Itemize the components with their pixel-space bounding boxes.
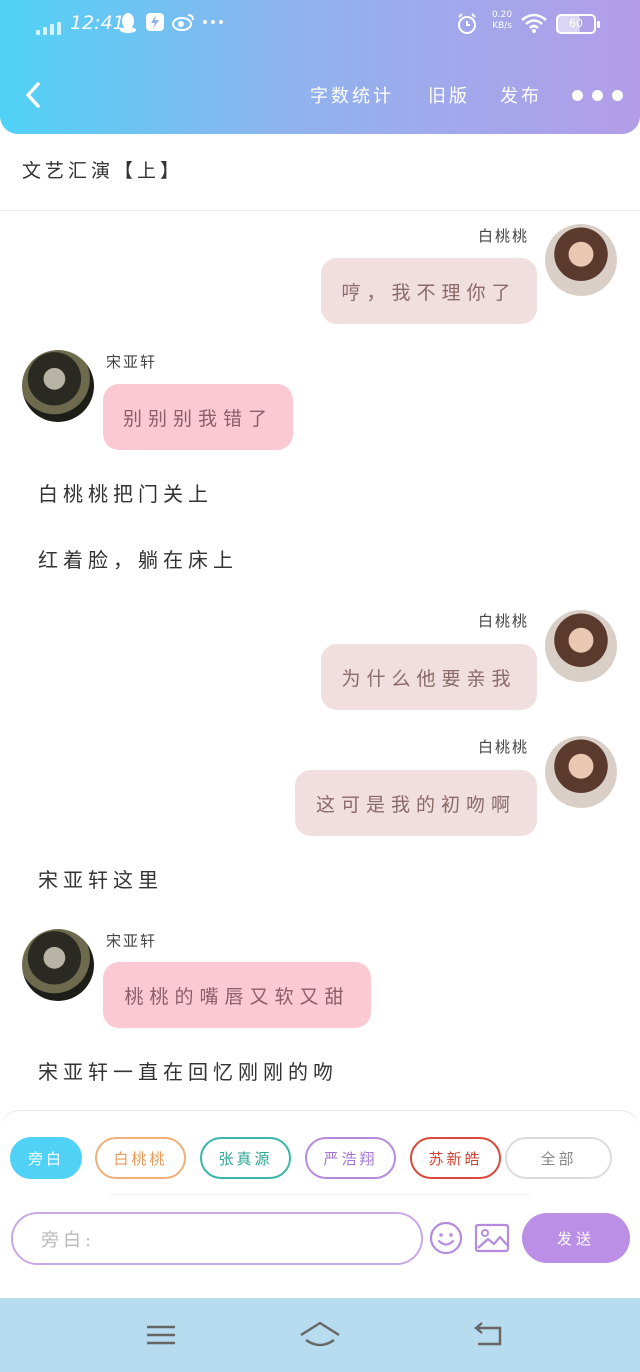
home-icon[interactable] xyxy=(298,1318,342,1352)
emoji-icon[interactable] xyxy=(428,1220,464,1256)
top-nav: 字数统计 旧版 发布 xyxy=(0,70,640,120)
message-input[interactable]: 旁白: xyxy=(11,1212,423,1265)
alarm-icon xyxy=(455,12,479,41)
message-bubble[interactable]: 哼，我不理你了 xyxy=(321,258,537,324)
weibo-icon xyxy=(172,12,196,37)
chevron-left-icon xyxy=(26,82,40,108)
sender-name: 白桃桃 xyxy=(478,738,530,756)
old-version-button[interactable]: 旧版 xyxy=(428,82,470,108)
avatar[interactable] xyxy=(22,929,94,1001)
message-bubble[interactable]: 这可是我的初吻啊 xyxy=(295,770,537,836)
divider xyxy=(110,1194,530,1195)
wifi-icon xyxy=(520,12,548,39)
system-nav-bar xyxy=(0,1298,640,1372)
role-chip-su-xinhao[interactable]: 苏新皓 xyxy=(410,1137,501,1179)
role-chip-narrator[interactable]: 旁白 xyxy=(10,1137,82,1179)
message-bubble[interactable]: 别别别我错了 xyxy=(103,384,293,450)
narration-text[interactable]: 宋亚轩一直在回忆刚刚的吻 xyxy=(38,1056,338,1085)
battery-icon: 60 xyxy=(556,14,600,34)
avatar[interactable] xyxy=(545,736,617,808)
sender-name: 宋亚轩 xyxy=(106,932,158,950)
qq-icon xyxy=(118,12,138,39)
avatar[interactable] xyxy=(22,350,94,422)
send-button[interactable]: 发送 xyxy=(522,1213,630,1263)
role-chip-zhang-zhenyuan[interactable]: 张真源 xyxy=(200,1137,291,1179)
menu-icon[interactable] xyxy=(144,1318,178,1352)
image-icon[interactable] xyxy=(474,1220,510,1256)
avatar[interactable] xyxy=(545,224,617,296)
sender-name: 宋亚轩 xyxy=(106,353,158,371)
narration-text[interactable]: 红着脸，躺在床上 xyxy=(38,544,238,573)
message-bubble[interactable]: 桃桃的嘴唇又软又甜 xyxy=(103,962,371,1028)
network-speed: 0.20 KB/s xyxy=(492,10,513,31)
back-nav-icon[interactable] xyxy=(470,1318,506,1352)
narration-text[interactable]: 白桃桃把门关上 xyxy=(38,478,213,507)
publish-button[interactable]: 发布 xyxy=(500,82,542,108)
more-menu-icon[interactable] xyxy=(572,90,623,101)
sender-name: 白桃桃 xyxy=(478,612,530,630)
role-chip-yan-haoxiang[interactable]: 严浩翔 xyxy=(305,1137,396,1179)
app-notification-icon xyxy=(145,12,165,37)
status-time: 12:41 xyxy=(70,12,125,34)
message-bubble[interactable]: 为什么他要亲我 xyxy=(321,644,537,710)
back-button[interactable] xyxy=(20,78,50,112)
sender-name: 白桃桃 xyxy=(478,227,530,245)
role-chip-all[interactable]: 全部 xyxy=(505,1137,612,1179)
signal-icon xyxy=(36,22,61,35)
narration-text[interactable]: 宋亚轩这里 xyxy=(38,864,163,893)
divider xyxy=(0,210,640,211)
avatar[interactable] xyxy=(545,610,617,682)
app-header: 12:41 0.20 KB/s 60 字数统计 旧版 发布 xyxy=(0,0,640,134)
more-notifications-icon xyxy=(202,12,224,37)
status-bar: 12:41 0.20 KB/s 60 xyxy=(0,0,640,50)
chapter-title[interactable]: 文艺汇演【上】 xyxy=(22,156,183,183)
role-chip-bai-taotao[interactable]: 白桃桃 xyxy=(95,1137,186,1179)
word-count-button[interactable]: 字数统计 xyxy=(310,82,394,108)
